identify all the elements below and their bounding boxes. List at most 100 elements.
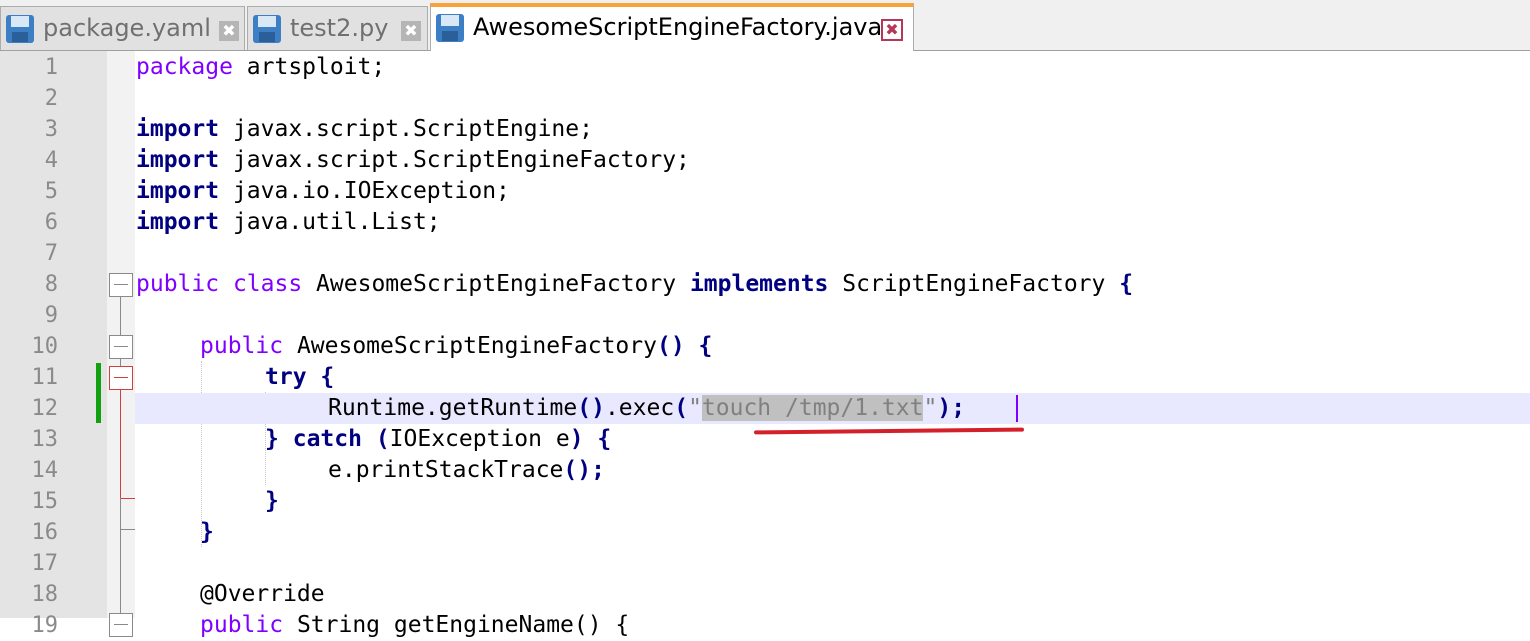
annotation: @Override — [200, 581, 325, 607]
line-number: 10 — [31, 334, 59, 359]
parens: () — [656, 333, 685, 359]
line-number: 3 — [44, 117, 58, 142]
modifier: public — [200, 612, 284, 638]
paren: ( — [674, 395, 689, 421]
code-text: try { — [265, 362, 334, 393]
line-number: 5 — [44, 179, 58, 204]
code-token: String getEngineName() { — [283, 612, 630, 638]
code-line-15[interactable]: 15 } — [0, 486, 1530, 517]
code-line-17[interactable]: 17 — [0, 548, 1530, 579]
line-number: 7 — [44, 241, 58, 266]
brace: } — [265, 426, 279, 452]
code-line-12[interactable]: 12 Runtime.getRuntime().exec("touch /tmp… — [0, 393, 1530, 424]
brace: } — [200, 519, 214, 545]
code-text: e.printStackTrace(); — [328, 455, 605, 486]
code-token: .exec — [604, 395, 675, 421]
tab-label: test2.py — [290, 14, 389, 42]
class-name: AwesomeScriptEngineFactory — [302, 271, 690, 297]
code-line-5[interactable]: 5 import java.io.IOException; — [0, 176, 1530, 207]
keyword: implements — [689, 271, 829, 297]
string-quote: " — [688, 395, 702, 421]
keyword: import — [136, 116, 220, 142]
code-token: e.printStackTrace — [328, 457, 564, 483]
brace: { — [1119, 271, 1134, 297]
line-number: 1 — [44, 55, 58, 80]
paren: ( — [361, 426, 390, 452]
keyword: try — [265, 364, 307, 390]
code-token: Runtime.getRuntime — [328, 395, 578, 421]
string-quote: " — [923, 395, 938, 421]
modifier: class — [232, 271, 303, 297]
code-line-13[interactable]: 13 } catch (IOException e) { — [0, 424, 1530, 455]
code-token: artsploit; — [232, 54, 386, 80]
modifier: public — [200, 333, 284, 359]
line-number: 16 — [31, 520, 59, 545]
close-icon[interactable]: ✖ — [219, 21, 239, 41]
paren: ); — [937, 395, 966, 421]
tab-label: package.yaml — [43, 14, 211, 42]
keyword: import — [136, 178, 220, 204]
line-number: 19 — [31, 613, 59, 638]
line-number: 8 — [44, 272, 58, 297]
tab-package-yaml[interactable]: package.yaml ✖ — [0, 6, 245, 50]
code-line-1[interactable]: 1 package artsploit; — [0, 52, 1530, 83]
tab-awesome-script-engine-factory-java[interactable]: AwesomeScriptEngineFactory.java ✖ — [430, 3, 914, 51]
keyword: package — [136, 54, 233, 80]
line-number: 17 — [31, 551, 59, 576]
parens: () — [577, 395, 605, 421]
code-token: java.util.List; — [219, 209, 441, 235]
code-text: @Override — [200, 579, 325, 610]
constructor-name: AwesomeScriptEngineFactory — [283, 333, 657, 359]
code-line-2[interactable]: 2 — [0, 83, 1530, 114]
code-line-11[interactable]: 11 try { — [0, 362, 1530, 393]
code-line-10[interactable]: 10 public AwesomeScriptEngineFactory() { — [0, 331, 1530, 362]
code-text: import java.io.IOException; — [136, 176, 510, 207]
code-line-19[interactable]: 19 public String getEngineName() { — [0, 610, 1530, 641]
code-line-8[interactable]: 8 public class AwesomeScriptEngineFactor… — [0, 269, 1530, 300]
brace: } — [265, 488, 279, 514]
brace: { — [684, 333, 713, 359]
code-line-4[interactable]: 4 import javax.script.ScriptEngineFactor… — [0, 145, 1530, 176]
line-number: 18 — [31, 582, 59, 607]
code-token: javax.script.ScriptEngine; — [219, 116, 593, 142]
code-line-3[interactable]: 3 import javax.script.ScriptEngine; — [0, 114, 1530, 145]
save-icon — [6, 15, 34, 43]
code-text: Runtime.getRuntime().exec("touch /tmp/1.… — [328, 393, 965, 424]
code-text: package artsploit; — [136, 52, 385, 83]
code-line-6[interactable]: 6 import java.util.List; — [0, 207, 1530, 238]
code-line-7[interactable]: 7 — [0, 238, 1530, 269]
code-editor[interactable]: 1 package artsploit; 2 3 import javax.sc… — [0, 51, 1530, 638]
code-line-16[interactable]: 16 } — [0, 517, 1530, 548]
tab-bar: package.yaml ✖ test2.py ✖ AwesomeScriptE… — [0, 0, 1530, 51]
code-text: } — [265, 486, 279, 517]
tab-test2-py[interactable]: test2.py ✖ — [247, 6, 428, 50]
paren: ) — [569, 426, 584, 452]
text-caret — [1016, 395, 1018, 422]
line-number: 14 — [31, 458, 59, 483]
keyword: import — [136, 147, 220, 173]
code-text: } — [200, 517, 214, 548]
code-text: import javax.script.ScriptEngine; — [136, 114, 593, 145]
code-line-9[interactable]: 9 — [0, 300, 1530, 331]
brace: { — [306, 364, 335, 390]
close-icon[interactable]: ✖ — [401, 21, 421, 41]
line-number: 9 — [44, 303, 58, 328]
code-token: javax.script.ScriptEngineFactory; — [219, 147, 690, 173]
paren: (); — [563, 457, 605, 483]
line-number: 4 — [44, 148, 58, 173]
code-text: import javax.script.ScriptEngineFactory; — [136, 145, 690, 176]
line-number: 11 — [31, 365, 59, 390]
keyword: catch — [292, 426, 362, 452]
code-token: IOException e — [389, 426, 570, 452]
text-selection[interactable]: touch /tmp/1.txt — [701, 395, 924, 421]
line-number: 13 — [31, 427, 59, 452]
close-icon[interactable]: ✖ — [881, 19, 903, 41]
code-text: import java.util.List; — [136, 207, 441, 238]
code-text: public String getEngineName() { — [200, 610, 629, 641]
code-line-18[interactable]: 18 @Override — [0, 579, 1530, 610]
keyword: import — [136, 209, 220, 235]
brace: { — [583, 426, 612, 452]
line-number: 15 — [31, 489, 59, 514]
code-line-14[interactable]: 14 e.printStackTrace(); — [0, 455, 1530, 486]
code-text: public AwesomeScriptEngineFactory() { — [200, 331, 712, 362]
